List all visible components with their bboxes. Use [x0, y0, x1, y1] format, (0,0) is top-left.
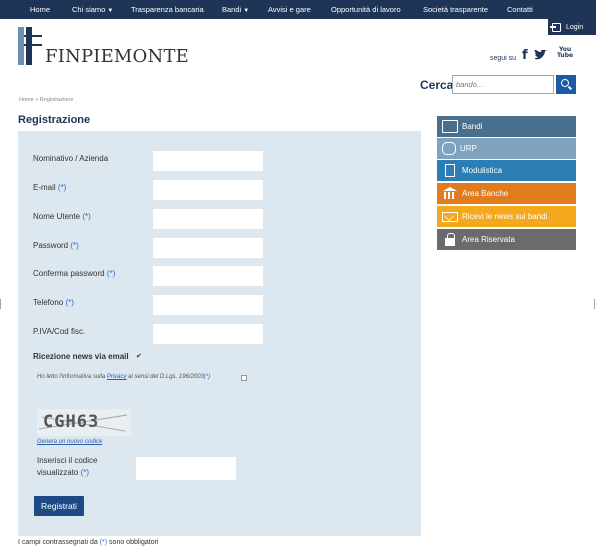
chevron-down-icon: ▼ — [107, 8, 114, 14]
sidebar-label: Area Banche — [462, 189, 509, 198]
captcha-code-input[interactable] — [136, 457, 236, 480]
captcha-text: CGH63 — [43, 412, 100, 432]
folder-icon — [442, 120, 458, 133]
sidebar-item-news[interactable]: Ricevi le news sui bandi — [437, 206, 576, 227]
youtube-icon[interactable]: You Tube — [557, 47, 573, 59]
field-label-username: Nome Utente (*) — [33, 212, 91, 221]
top-navigation-bar: Home Chi siamo ▼ Trasparenza bancaria Ban… — [0, 0, 596, 19]
search-button[interactable] — [556, 75, 576, 94]
nav-home[interactable]: Home — [30, 5, 50, 14]
privacy-checkbox[interactable] — [241, 375, 247, 381]
people-icon — [442, 142, 456, 155]
breadcrumb-current: Registrazione — [39, 97, 74, 103]
finpiemonte-logo-icon — [18, 27, 42, 65]
privacy-consent-text: Ho letto l'informativa sulla Privacy ai … — [37, 374, 211, 380]
news-checkbox-label: Ricezione news via email — [33, 352, 129, 361]
nav-contatti[interactable]: Contatti — [507, 5, 533, 14]
sidebar-item-area-banche[interactable]: Area Banche — [437, 183, 576, 204]
search-input[interactable] — [452, 75, 554, 94]
field-label-nominativo: Nominativo / Azienda — [33, 154, 109, 163]
bank-icon — [442, 187, 458, 200]
login-button[interactable]: Login — [548, 19, 596, 35]
login-icon — [550, 22, 561, 32]
telefono-input[interactable] — [153, 295, 263, 315]
register-button[interactable]: Registrati — [34, 496, 84, 516]
page-title: Registrazione — [18, 114, 91, 126]
nav-chi-siamo[interactable]: Chi siamo ▼ — [72, 5, 113, 14]
follow-label: segui su — [490, 55, 517, 62]
left-edge-marker — [0, 299, 1, 309]
field-label-password: Password (*) — [33, 241, 79, 250]
nav-bandi[interactable]: Bandi ▼ — [222, 5, 249, 14]
right-edge-marker — [594, 299, 595, 309]
sidebar-label: Bandi — [462, 122, 483, 131]
sidebar-label: Modulistica — [462, 166, 503, 175]
password-input[interactable] — [153, 238, 263, 258]
sidebar-item-bandi[interactable]: Bandi — [437, 116, 576, 137]
twitter-icon[interactable] — [534, 50, 548, 61]
nav-societa-trasparente[interactable]: Società trasparente — [423, 5, 488, 14]
mail-icon — [442, 211, 458, 222]
breadcrumb-home[interactable]: Home — [19, 97, 34, 103]
sidebar-label: Ricevi le news sui bandi — [462, 212, 548, 221]
required-fields-note: I campi contrassegnati da (*) sono obbli… — [18, 539, 159, 546]
piva-input[interactable] — [153, 324, 263, 344]
sidebar-label: URP — [460, 144, 477, 153]
field-label-confirm-password: Conferma password (*) — [33, 269, 116, 278]
field-label-telefono: Telefono (*) — [33, 298, 74, 307]
brand-name: FINPIEMONTE — [45, 46, 189, 67]
facebook-icon[interactable]: f — [522, 48, 528, 63]
email-input[interactable] — [153, 180, 263, 200]
document-icon — [445, 164, 455, 177]
nav-opportunita-lavoro[interactable]: Opportunità di lavoro — [331, 5, 401, 14]
breadcrumb: Home » Registrazione — [19, 97, 73, 103]
privacy-link[interactable]: Privacy — [107, 374, 127, 380]
sidebar-label: Area Riservata — [462, 235, 515, 244]
sidebar-item-urp[interactable]: URP — [437, 138, 576, 159]
sidebar-item-modulistica[interactable]: Modulistica — [437, 160, 576, 181]
nav-trasparenza-bancaria[interactable]: Trasparenza bancaria — [131, 5, 204, 14]
search-label: Cerca — [420, 78, 454, 92]
captcha-image: CGH63 — [37, 409, 131, 436]
regenerate-captcha-link[interactable]: Genera un nuovo codice — [37, 439, 102, 445]
chevron-down-icon: ▼ — [243, 8, 250, 14]
search-icon-handle — [567, 85, 573, 90]
sidebar-item-area-riservata[interactable]: Area Riservata — [437, 229, 576, 250]
login-label: Login — [566, 23, 584, 31]
lock-icon — [445, 233, 455, 246]
field-label-piva: P.IVA/Cod fisc. — [33, 327, 86, 336]
captcha-code-label: Inserisci il codice visualizzato (*) — [37, 456, 98, 477]
username-input[interactable] — [153, 209, 263, 229]
nominativo-input[interactable] — [153, 151, 263, 171]
confirm-password-input[interactable] — [153, 266, 263, 286]
nav-avvisi-e-gare[interactable]: Avvisi e gare — [268, 5, 311, 14]
field-label-email: E-mail (*) — [33, 183, 67, 192]
breadcrumb-separator: » — [35, 97, 39, 103]
news-checkbox[interactable]: ✔ — [136, 352, 142, 360]
